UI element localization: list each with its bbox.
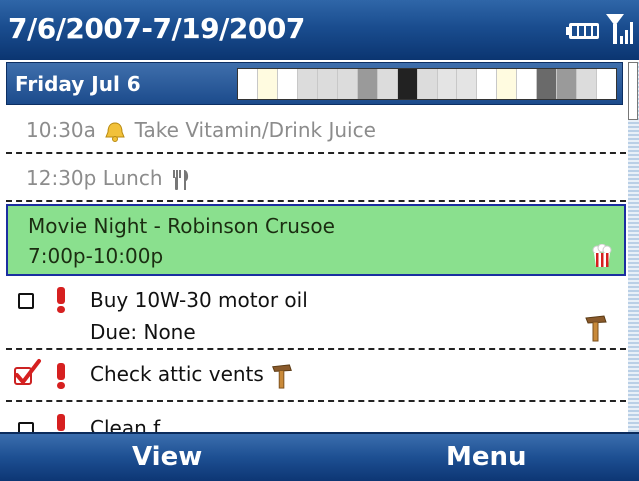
- time-slot: [277, 69, 298, 99]
- task-checkbox[interactable]: [18, 293, 34, 309]
- time-slot: [437, 69, 458, 99]
- title-bar: 7/6/2007-7/19/2007: [0, 0, 639, 60]
- time-slot: [477, 69, 498, 99]
- appointment-text: Lunch: [102, 166, 163, 190]
- list-item[interactable]: 12:30p Lunch: [6, 154, 626, 202]
- appointment-time: 10:30a: [26, 118, 96, 142]
- time-slot: [417, 69, 438, 99]
- hammer-icon: [272, 363, 293, 389]
- time-slot: [317, 69, 338, 99]
- softkey-left-view[interactable]: View: [132, 442, 202, 472]
- task-title: Check attic vents: [90, 362, 264, 386]
- day-label: Friday Jul 6: [15, 72, 141, 96]
- scrollbar[interactable]: [628, 62, 639, 432]
- signal-icon: [606, 14, 633, 44]
- popcorn-icon: [592, 244, 612, 267]
- list-item[interactable]: Check attic vents: [6, 350, 626, 402]
- time-slot: [397, 69, 418, 99]
- date-range-title: 7/6/2007-7/19/2007: [8, 12, 305, 45]
- event-time: 7:00p-10:00p: [28, 244, 164, 268]
- hammer-icon: [585, 315, 607, 342]
- time-slot: [557, 69, 578, 99]
- checked-checkbox-icon[interactable]: [12, 358, 42, 388]
- appointment-time: 12:30p: [26, 166, 97, 190]
- task-due: Due: None: [90, 320, 196, 344]
- task-title: Buy 10W-30 motor oil: [90, 288, 308, 312]
- time-slot: [597, 69, 617, 99]
- battery-icon: [566, 23, 599, 39]
- day-header: Friday Jul 6: [6, 62, 623, 105]
- event-title: Movie Night - Robinson Crusoe: [28, 214, 335, 238]
- fork-knife-icon: [172, 169, 189, 190]
- list-item[interactable]: 10:30a Take Vitamin/Drink Juice: [6, 106, 626, 154]
- time-slot: [577, 69, 598, 99]
- list-item-selected-event[interactable]: Movie Night - Robinson Crusoe 7:00p-10:0…: [6, 204, 626, 276]
- agenda-list: 10:30a Take Vitamin/Drink Juice 12:30p L…: [6, 106, 626, 432]
- high-priority-icon: [56, 363, 66, 389]
- appointment-text: Take Vitamin/Drink Juice: [134, 118, 376, 142]
- day-time-bar[interactable]: [237, 68, 617, 100]
- time-slot: [517, 69, 538, 99]
- time-slot: [257, 69, 278, 99]
- time-slot: [357, 69, 378, 99]
- scrollbar-thumb[interactable]: [628, 62, 638, 120]
- high-priority-icon: [56, 287, 66, 313]
- time-slot: [497, 69, 518, 99]
- list-item[interactable]: Clean f: [6, 402, 626, 432]
- task-title: Clean f: [90, 416, 161, 432]
- list-item[interactable]: Buy 10W-30 motor oil Due: None: [6, 276, 626, 350]
- high-priority-icon: [56, 414, 66, 432]
- time-slot: [297, 69, 318, 99]
- bell-icon: [105, 121, 126, 142]
- task-checkbox[interactable]: [18, 422, 34, 432]
- time-slot: [238, 69, 258, 99]
- softkey-bar: View Menu: [0, 432, 639, 481]
- time-slot: [457, 69, 478, 99]
- time-slot: [337, 69, 358, 99]
- softkey-right-menu[interactable]: Menu: [446, 442, 527, 472]
- time-slot: [377, 69, 398, 99]
- time-slot: [537, 69, 558, 99]
